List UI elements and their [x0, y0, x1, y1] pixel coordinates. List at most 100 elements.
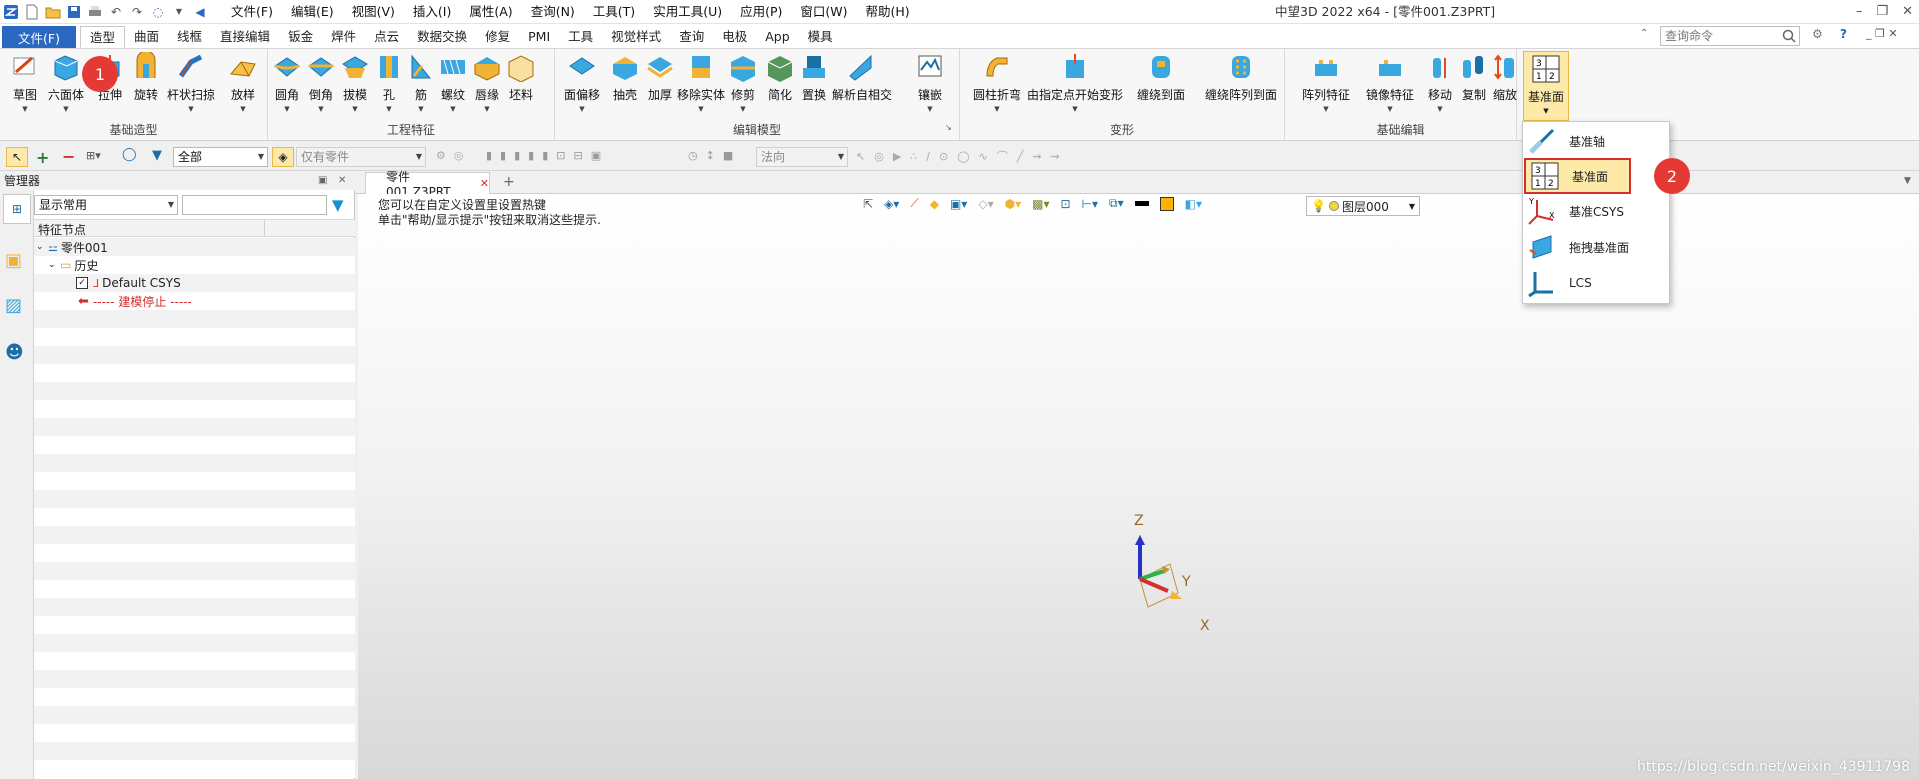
view-home-icon[interactable]: ⇱	[863, 197, 873, 211]
inlay-button[interactable]: 镶嵌 ▼	[913, 51, 947, 123]
menu-item-datum-csys[interactable]: YX 基准CSYS	[1523, 194, 1669, 228]
inner-window-controls[interactable]: _ ❐ ✕	[1866, 27, 1898, 40]
render-icon[interactable]: ⟋	[910, 196, 918, 211]
user-tab-icon[interactable]: ☻	[5, 342, 24, 363]
section-icon[interactable]: ⊡	[1060, 197, 1070, 211]
rib-button[interactable]: 筋 ▼	[404, 51, 438, 123]
snap-tool-icons[interactable]: ◷↕■	[688, 149, 741, 162]
menu-item-datum-axis[interactable]: 基准轴	[1523, 124, 1669, 158]
close-icon[interactable]: ✕	[1902, 0, 1913, 24]
menu-view[interactable]: 视图(V)	[343, 0, 404, 24]
wire-mode-icon[interactable]: ◇▾	[978, 197, 993, 211]
redo-icon[interactable]: ↷	[129, 4, 145, 20]
undo-icon[interactable]: ↶	[108, 4, 124, 20]
manager-search-input[interactable]	[182, 195, 327, 215]
image-tab-icon[interactable]: ▨	[5, 295, 22, 316]
replace-button[interactable]: 置换	[797, 51, 831, 123]
chamfer-button[interactable]: 倒角 ▼	[304, 51, 338, 123]
tab-direct-edit[interactable]: 直接编辑	[211, 26, 279, 48]
tree-node-csys[interactable]: ✓ ⅃ Default CSYS	[76, 274, 181, 292]
rod-sweep-button[interactable]: 杆状扫掠 ▼	[167, 51, 215, 123]
datum-plane-ribbon-button[interactable]: 321 基准面 ▼	[1523, 51, 1569, 121]
filter-select[interactable]: 全部 ▼	[173, 147, 268, 167]
visibility-checkbox[interactable]: ✓	[76, 277, 88, 289]
back-arrow-icon[interactable]: ◀	[192, 4, 208, 20]
move-button[interactable]: 移动 ▼	[1423, 51, 1457, 123]
sketch-button[interactable]: 草图 ▼	[8, 51, 42, 123]
tab-visual-style[interactable]: 视觉样式	[602, 26, 670, 48]
filter-icon[interactable]: ▼	[152, 148, 162, 163]
qa-dropdown-icon[interactable]: ▼	[171, 4, 187, 20]
menu-help[interactable]: 帮助(H)	[857, 0, 919, 24]
save-icon[interactable]	[66, 4, 82, 20]
menu-item-datum-plane[interactable]: 321 基准面	[1524, 158, 1631, 194]
panel-close-icon[interactable]: ✕	[338, 172, 346, 190]
menu-utilities[interactable]: 实用工具(U)	[644, 0, 731, 24]
history-tree-tab-icon[interactable]: ⊞	[3, 194, 31, 224]
thicken-button[interactable]: 加厚	[643, 51, 677, 123]
view-orient-icon[interactable]: ◈▾	[884, 197, 899, 211]
lasso-icon[interactable]: ◯	[122, 147, 137, 162]
box-button[interactable]: 六面体 ▼	[48, 51, 84, 123]
tab-weldment[interactable]: 焊件	[322, 26, 365, 48]
dialog-launcher-icon[interactable]: ↘	[945, 123, 952, 132]
cylinder-bend-button[interactable]: 圆柱折弯 ▼	[973, 51, 1021, 123]
assembly-tab-icon[interactable]: ▣	[5, 250, 22, 271]
tab-data-exchange[interactable]: 数据交换	[408, 26, 476, 48]
align-tool-icons[interactable]: ▮▮▮▮▮⊡⊟▣	[486, 149, 609, 162]
tree-node-history[interactable]: ⌄ ▭ 历史	[48, 256, 98, 274]
menu-window[interactable]: 窗口(W)	[791, 0, 856, 24]
draft-button[interactable]: 拔模 ▼	[338, 51, 372, 123]
layer-select[interactable]: 💡 图层000 ▼	[1306, 196, 1420, 216]
face-offset-button[interactable]: 面偏移 ▼	[564, 51, 600, 123]
menu-tools[interactable]: 工具(T)	[584, 0, 644, 24]
stock-button[interactable]: 坯料	[504, 51, 538, 123]
material-icon[interactable]: ⬢▾	[1005, 197, 1022, 211]
tab-sheet-metal[interactable]: 钣金	[279, 26, 322, 48]
tab-pmi[interactable]: PMI	[519, 26, 559, 48]
pick-cursor-icon[interactable]: ↖	[6, 147, 28, 167]
tab-mold[interactable]: 模具	[799, 26, 842, 48]
hole-button[interactable]: 孔 ▼	[372, 51, 406, 123]
new-file-icon[interactable]	[24, 4, 40, 20]
add-icon[interactable]: +	[36, 148, 49, 167]
filter-view-icon[interactable]: ⧉▾	[1109, 196, 1124, 211]
print-icon[interactable]	[87, 4, 103, 20]
snap-filter-icons[interactable]: ↖◎▶∴/⊙◯∿⌒╱⇝⇝	[856, 148, 1069, 164]
menu-file[interactable]: 文件(F)	[222, 0, 282, 24]
remove-solid-button[interactable]: 移除实体 ▼	[677, 51, 725, 123]
lip-button[interactable]: 唇缘 ▼	[470, 51, 504, 123]
file-tab[interactable]: 文件(F)	[2, 26, 76, 48]
new-tab-icon[interactable]: +	[503, 174, 515, 190]
menu-apps[interactable]: 应用(P)	[731, 0, 791, 24]
open-file-icon[interactable]	[45, 4, 61, 20]
pin-icon[interactable]: ▣	[318, 172, 327, 190]
wrap-to-face-button[interactable]: 缠绕到面	[1137, 51, 1185, 123]
tab-modeling[interactable]: 造型	[80, 26, 126, 48]
document-tab[interactable]: 零件001.Z3PRT ✕	[365, 170, 490, 199]
pattern-feature-button[interactable]: 阵列特征 ▼	[1302, 51, 1350, 123]
display-mode-icon[interactable]: ▣▾	[950, 197, 967, 211]
tab-tools[interactable]: 工具	[559, 26, 602, 48]
filter-box-icon[interactable]: ⊞▾	[86, 149, 101, 162]
3d-viewport[interactable]: 您可以在自定义设置里设置热键 单击"帮助/显示提示"按钮来取消这些提示. ⇱ ◈…	[358, 194, 1919, 779]
expand-icon[interactable]: ⌄	[48, 260, 60, 270]
tab-list-icon[interactable]: ▼	[1904, 176, 1911, 186]
fillet-button[interactable]: 圆角 ▼	[270, 51, 304, 123]
simplify-button[interactable]: 简化	[763, 51, 797, 123]
minimize-icon[interactable]: –	[1856, 0, 1863, 24]
app-logo-icon[interactable]	[3, 4, 19, 20]
line-color-swatch[interactable]	[1134, 201, 1149, 206]
point-deform-button[interactable]: 由指定点开始变形 ▼	[1027, 51, 1123, 123]
face-color-swatch[interactable]	[1159, 196, 1174, 211]
menu-item-lcs[interactable]: LCS	[1523, 266, 1669, 300]
tab-query[interactable]: 查询	[670, 26, 713, 48]
texture-icon[interactable]: ▩▾	[1032, 197, 1049, 211]
menu-insert[interactable]: 插入(I)	[404, 0, 460, 24]
tab-surface[interactable]: 曲面	[125, 26, 168, 48]
menu-item-drag-datum-plane[interactable]: 拖拽基准面	[1523, 230, 1669, 264]
expand-icon[interactable]: ⌄	[36, 242, 48, 252]
resolve-self-intersect-button[interactable]: 解析自相交	[832, 51, 892, 123]
direction-select[interactable]: 法向 ▼	[756, 147, 848, 167]
shade-icon[interactable]: ◆	[930, 197, 939, 211]
